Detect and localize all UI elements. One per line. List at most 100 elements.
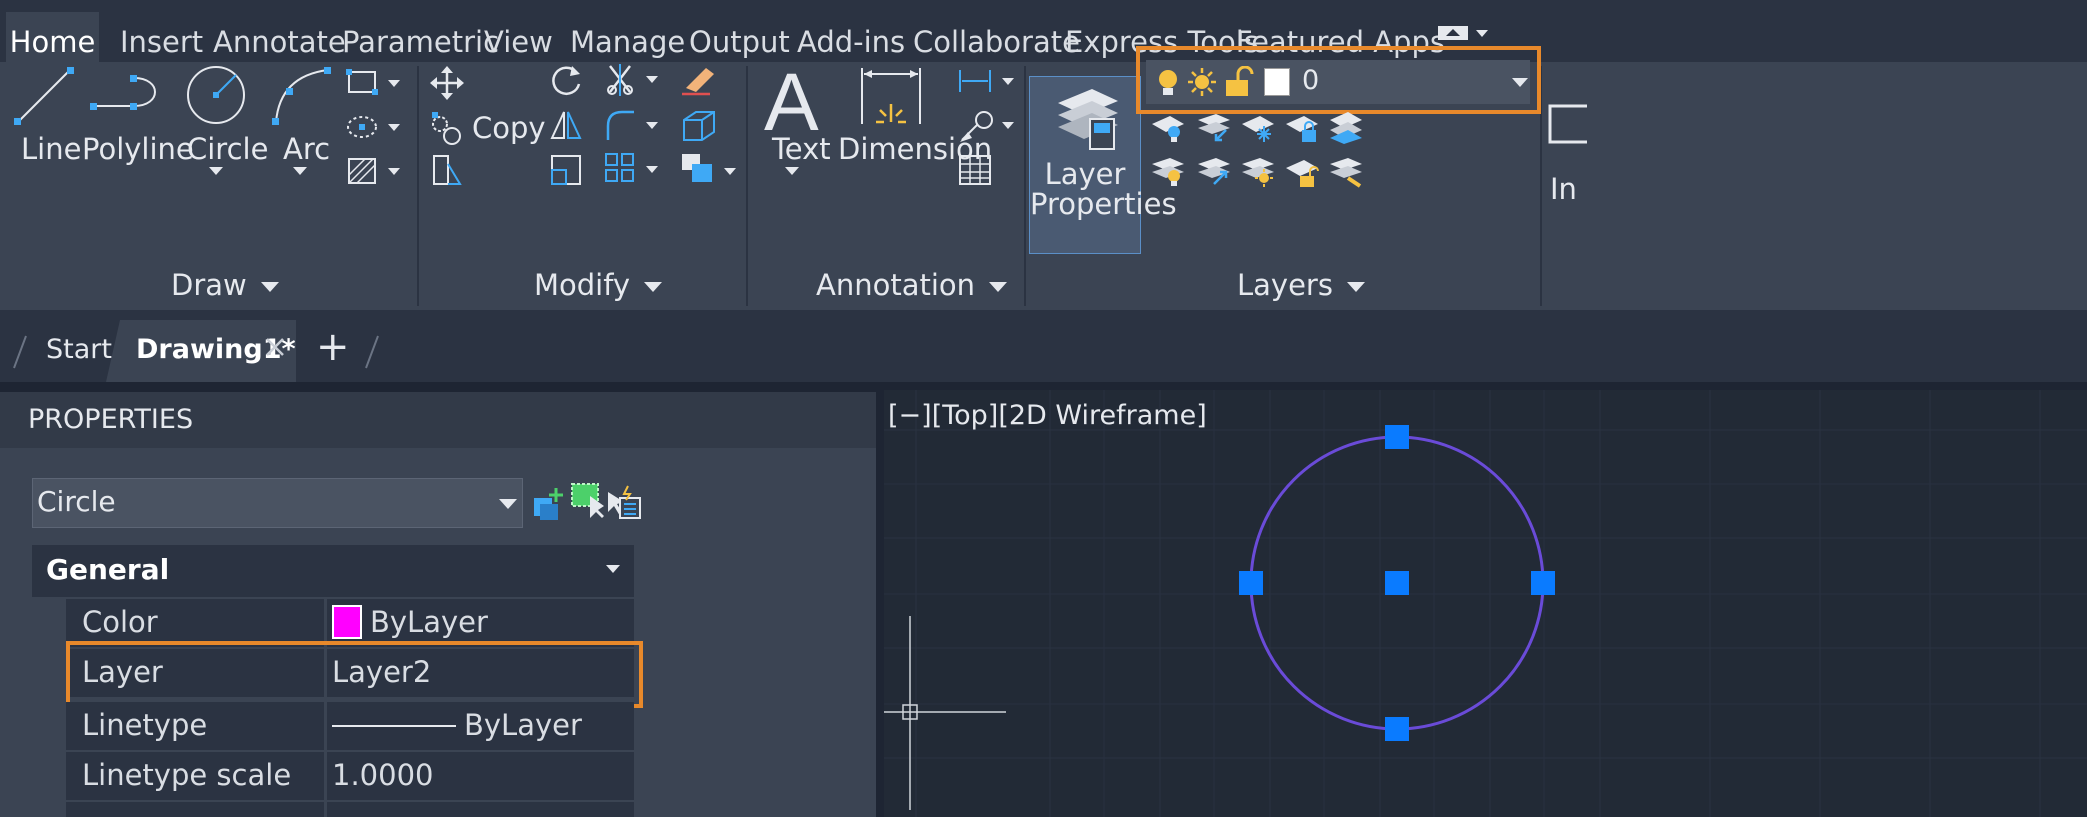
circle-button[interactable]: Circle: [182, 62, 268, 212]
copy-icon: [432, 112, 461, 145]
property-value: ByLayer: [464, 708, 582, 742]
property-divider: [324, 752, 327, 800]
tab-output[interactable]: Output: [689, 12, 790, 62]
quick-select-icon[interactable]: [606, 484, 642, 522]
property-row-partial[interactable]: [66, 802, 634, 817]
insert-partial-label[interactable]: In: [1550, 172, 1577, 206]
new-tab-button[interactable]: +: [316, 324, 350, 370]
arc-icon: [272, 67, 331, 125]
annotation-expand-icon: [989, 282, 1008, 292]
layer-properties-button[interactable]: Layer Properties: [1029, 76, 1177, 254]
draworder-icon[interactable]: [680, 152, 740, 188]
tab-parametric[interactable]: Parametric: [342, 12, 499, 62]
property-row-linetype[interactable]: Linetype ByLayer: [66, 702, 634, 750]
text-label: Text: [772, 132, 831, 166]
scale-icon[interactable]: [548, 152, 584, 188]
copy-label: Copy: [472, 111, 546, 145]
property-divider: [324, 702, 327, 750]
trim-icon[interactable]: [604, 62, 664, 98]
property-value: 1.0000: [332, 758, 434, 792]
tab-annotate[interactable]: Annotate: [213, 12, 346, 62]
layers-group-label[interactable]: Layers: [1237, 268, 1365, 302]
tab-manage[interactable]: Manage: [570, 12, 685, 62]
explode-icon[interactable]: [680, 108, 720, 144]
arc-dropdown-icon[interactable]: [293, 167, 307, 175]
layer-on-icon[interactable]: [1150, 156, 1186, 188]
tab-view[interactable]: View: [484, 12, 553, 62]
drawing-canvas[interactable]: [884, 390, 2087, 817]
drawing-viewport[interactable]: [−][Top][2D Wireframe]: [884, 390, 2087, 817]
grip-top[interactable]: [1385, 425, 1409, 449]
array-icon[interactable]: [604, 152, 664, 188]
property-label: Linetype: [82, 708, 208, 742]
linear-dimension-icon[interactable]: [958, 66, 1018, 96]
general-section-title: General: [46, 553, 170, 586]
polyline-button[interactable]: Polyline: [82, 62, 194, 212]
object-type-arrow-icon: [499, 499, 517, 509]
layer-unisolate-icon[interactable]: [1196, 156, 1232, 188]
layer-make-current-icon[interactable]: [1328, 156, 1364, 188]
text-dropdown-icon[interactable]: [785, 167, 799, 175]
layer-freeze-icon[interactable]: [1240, 112, 1276, 144]
select-objects-icon[interactable]: [570, 482, 606, 520]
document-tab-bar: [0, 310, 2087, 382]
move-icon[interactable]: [430, 66, 464, 100]
copy-button[interactable]: Copy: [430, 108, 546, 148]
property-row-color[interactable]: Color ByLayer: [66, 599, 634, 647]
circle-dropdown-icon[interactable]: [209, 167, 223, 175]
arc-label: Arc: [283, 132, 331, 166]
grip-center[interactable]: [1385, 571, 1409, 595]
erase-icon[interactable]: [680, 62, 720, 98]
ellipse-icon[interactable]: [346, 112, 406, 142]
layer-thaw-icon[interactable]: [1240, 156, 1276, 188]
modify-expand-icon: [644, 282, 663, 292]
object-type-dropdown[interactable]: Circle: [32, 478, 523, 528]
doc-tab-start[interactable]: Start: [46, 334, 112, 365]
layer-lock-icon[interactable]: [1284, 112, 1320, 144]
highlight-layer-row: [66, 641, 643, 708]
stretch-icon[interactable]: [430, 152, 466, 188]
property-label: Linetype scale: [82, 758, 292, 792]
grip-bottom[interactable]: [1385, 717, 1409, 741]
toggle-pickadd-icon[interactable]: [532, 486, 566, 522]
hatch-icon[interactable]: [346, 155, 406, 189]
tab-add-ins[interactable]: Add-ins: [797, 12, 905, 62]
panel-divider: [1024, 66, 1026, 306]
close-icon[interactable]: [264, 336, 286, 358]
grip-right[interactable]: [1531, 571, 1555, 595]
table-icon[interactable]: [958, 154, 994, 188]
rotate-icon[interactable]: [548, 62, 584, 98]
annotation-group-label[interactable]: Annotation: [816, 268, 1008, 302]
tab-collaborate[interactable]: Collaborate: [913, 12, 1080, 62]
property-value: ByLayer: [370, 605, 488, 639]
leader-icon[interactable]: [958, 108, 1018, 144]
draw-expand-icon: [260, 282, 279, 292]
layer-match-icon[interactable]: [1328, 110, 1364, 144]
text-button[interactable]: A Text: [762, 57, 831, 212]
dimension-button[interactable]: Dimension: [836, 62, 992, 212]
modify-group-label[interactable]: Modify: [534, 268, 663, 302]
layer-properties-label-1: Layer: [1044, 157, 1126, 191]
mirror-icon[interactable]: [548, 108, 584, 144]
fillet-icon[interactable]: [604, 108, 664, 144]
ribbon-minimize-button[interactable]: [1438, 24, 1492, 42]
arc-button[interactable]: Arc: [270, 62, 336, 212]
tab-insert[interactable]: Insert: [120, 12, 203, 62]
property-row-linetype-scale[interactable]: Linetype scale 1.0000: [66, 752, 634, 800]
insert-block-icon[interactable]: [1548, 102, 1587, 146]
layer-isolate-icon[interactable]: [1196, 112, 1232, 144]
layer-unlock-icon[interactable]: [1284, 156, 1320, 188]
general-section-header-bar[interactable]: General: [32, 545, 634, 597]
linetype-preview: [332, 725, 456, 727]
crosshair-cursor: [884, 616, 1006, 810]
tab-home[interactable]: Home: [6, 12, 99, 62]
layer-off-icon[interactable]: [1150, 112, 1186, 144]
line-button[interactable]: Line: [8, 62, 81, 212]
doc-tab-drawing1[interactable]: Drawing1*: [106, 320, 296, 382]
viewport-controls-label[interactable]: [−][Top][2D Wireframe]: [888, 400, 1207, 431]
polyline-icon: [90, 75, 156, 110]
ribbon-minimize-icon: [1438, 26, 1488, 40]
rectangle-icon[interactable]: [346, 68, 406, 98]
grip-left[interactable]: [1239, 571, 1263, 595]
draw-group-label[interactable]: Draw: [171, 268, 279, 302]
